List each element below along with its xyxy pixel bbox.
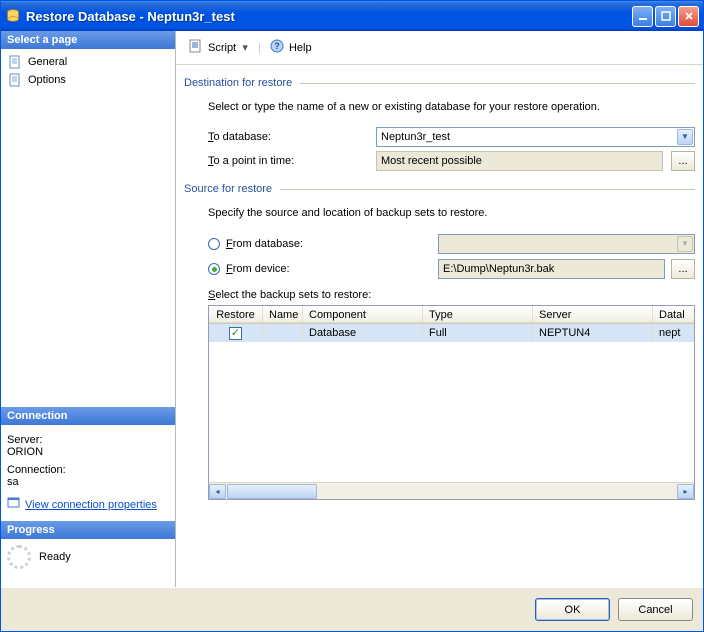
connection-label: Connection: xyxy=(7,464,169,476)
database-icon xyxy=(5,8,21,24)
dropdown-caret-icon: ▾ xyxy=(240,41,250,54)
progress-spinner-icon xyxy=(7,545,31,569)
to-database-combo[interactable]: Neptun3r_test ▼ xyxy=(376,127,695,147)
scroll-right-button[interactable]: ▸ xyxy=(677,484,694,499)
destination-group-title: Destination for restore xyxy=(184,73,695,91)
from-database-label: From database: xyxy=(226,238,368,250)
col-restore[interactable]: Restore xyxy=(209,306,263,323)
window-title: Restore Database - Neptun3r_test xyxy=(26,9,632,24)
restore-checkbox[interactable]: ✓ xyxy=(229,327,242,340)
table-row[interactable]: ✓ Database Full NEPTUN4 nept xyxy=(209,324,694,342)
dialog-footer: OK Cancel xyxy=(1,587,703,631)
ok-button[interactable]: OK xyxy=(535,598,610,621)
from-device-radio[interactable] xyxy=(208,263,220,275)
table-header: Restore Name Component Type Server Datal xyxy=(209,306,694,324)
sidebar: Select a page General Options Connection… xyxy=(1,31,176,587)
from-database-radio[interactable] xyxy=(208,238,220,250)
titlebar[interactable]: Restore Database - Neptun3r_test xyxy=(1,1,703,31)
toolbar: Script ▾ | ? Help xyxy=(176,31,703,65)
maximize-button[interactable] xyxy=(655,6,676,27)
properties-icon xyxy=(7,496,21,513)
progress-header: Progress xyxy=(1,521,175,539)
restore-database-window: Restore Database - Neptun3r_test Select … xyxy=(0,0,704,632)
chevron-down-icon: ▼ xyxy=(677,236,693,252)
col-server[interactable]: Server xyxy=(533,306,653,323)
to-point-in-time-label: To a point in time: xyxy=(208,155,368,167)
device-browse-button[interactable]: ... xyxy=(671,259,695,279)
chevron-down-icon[interactable]: ▼ xyxy=(677,129,693,145)
view-connection-properties-link[interactable]: View connection properties xyxy=(7,496,157,513)
select-backup-sets-label: Select the backup sets to restore: xyxy=(208,289,695,301)
page-icon xyxy=(7,54,23,70)
col-type[interactable]: Type xyxy=(423,306,533,323)
col-component[interactable]: Component xyxy=(303,306,423,323)
page-icon xyxy=(7,72,23,88)
script-button[interactable]: Script ▾ xyxy=(184,36,254,59)
scroll-track[interactable] xyxy=(227,484,676,499)
sidebar-item-general[interactable]: General xyxy=(5,53,171,71)
col-name[interactable]: Name xyxy=(263,306,303,323)
server-value: ORION xyxy=(7,446,169,458)
source-desc: Specify the source and location of backu… xyxy=(208,205,695,229)
help-icon: ? xyxy=(269,38,285,57)
horizontal-scrollbar[interactable]: ◂ ▸ xyxy=(209,482,694,499)
script-icon xyxy=(188,38,204,57)
svg-text:?: ? xyxy=(274,41,280,51)
sidebar-item-label: Options xyxy=(28,74,66,86)
backup-sets-table[interactable]: Restore Name Component Type Server Datal… xyxy=(208,305,695,500)
sidebar-item-label: General xyxy=(28,56,67,68)
scroll-thumb[interactable] xyxy=(227,484,317,499)
point-in-time-browse-button[interactable]: ... xyxy=(671,151,695,171)
from-device-label: From device: xyxy=(226,263,368,275)
close-button[interactable] xyxy=(678,6,699,27)
cancel-button[interactable]: Cancel xyxy=(618,598,693,621)
server-label: Server: xyxy=(7,434,169,446)
help-button[interactable]: ? Help xyxy=(265,36,316,59)
destination-desc: Select or type the name of a new or exis… xyxy=(208,99,695,123)
from-device-field: E:\Dump\Neptun3r.bak xyxy=(438,259,665,279)
source-group-title: Source for restore xyxy=(184,179,695,197)
connection-value: sa xyxy=(7,476,169,488)
col-database[interactable]: Datal xyxy=(653,306,694,323)
scroll-left-button[interactable]: ◂ xyxy=(209,484,226,499)
minimize-button[interactable] xyxy=(632,6,653,27)
from-database-combo: ▼ xyxy=(438,234,695,254)
select-page-header: Select a page xyxy=(1,31,175,49)
progress-status: Ready xyxy=(39,551,71,563)
to-point-in-time-field: Most recent possible xyxy=(376,151,663,171)
connection-header: Connection xyxy=(1,407,175,425)
sidebar-item-options[interactable]: Options xyxy=(5,71,171,89)
to-database-label: To database: xyxy=(208,131,368,143)
progress-row: Ready xyxy=(1,539,175,587)
connection-block: Server: ORION Connection: sa View connec… xyxy=(1,425,175,521)
